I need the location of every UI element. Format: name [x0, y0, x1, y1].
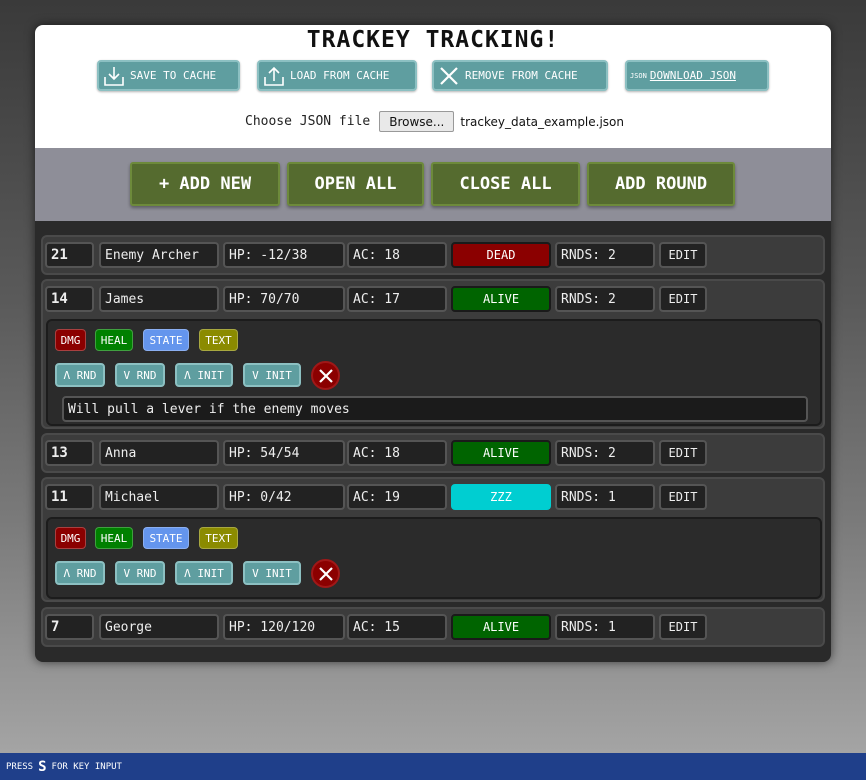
remove-from-cache-button[interactable]: REMOVE FROM CACHE — [432, 60, 608, 91]
ac-field[interactable]: AC: 17 — [347, 286, 447, 312]
browse-button[interactable]: Browse... — [379, 111, 455, 132]
key-hint: S — [38, 758, 47, 775]
hp-field[interactable]: HP: 70/70 — [223, 286, 345, 312]
download-arrow-icon — [102, 64, 126, 88]
footer-suffix: FOR KEY INPUT — [51, 761, 122, 772]
delete-button[interactable] — [311, 361, 340, 390]
hp-field[interactable]: HP: -12/38 — [223, 242, 345, 268]
name-field[interactable]: Enemy Archer — [99, 242, 219, 268]
status-badge[interactable]: DEAD — [451, 242, 551, 268]
combatant-row: 11 Michael HP: 0/42 AC: 19 ZZZ RNDS: 1 E… — [41, 477, 825, 602]
open-all-button[interactable]: OPEN ALL — [287, 162, 424, 206]
initiative-down-button[interactable]: V INIT — [243, 363, 301, 387]
footer-prefix: PRESS — [6, 761, 34, 772]
header-section: TRACKEY TRACKING! SAVE TO CACHE LOAD FRO… — [35, 25, 831, 148]
hp-field[interactable]: HP: 54/54 — [223, 440, 345, 466]
edit-button[interactable]: EDIT — [659, 484, 707, 510]
ac-field[interactable]: AC: 19 — [347, 484, 447, 510]
add-round-button[interactable]: ADD ROUND — [587, 162, 735, 206]
round-down-button[interactable]: V RND — [115, 561, 165, 585]
initiative-up-button[interactable]: Λ INIT — [175, 561, 233, 585]
close-x-icon — [437, 64, 461, 88]
load-from-cache-button[interactable]: LOAD FROM CACHE — [257, 60, 417, 91]
combatant-row: 14 James HP: 70/70 AC: 17 ALIVE RNDS: 2 … — [41, 279, 825, 429]
hp-field[interactable]: HP: 120/120 — [223, 614, 345, 640]
initiative-field[interactable]: 11 — [45, 484, 94, 510]
round-down-button[interactable]: V RND — [115, 363, 165, 387]
damage-button[interactable]: DMG — [55, 527, 86, 549]
state-button[interactable]: STATE — [143, 527, 189, 549]
edit-button[interactable]: EDIT — [659, 440, 707, 466]
combatant-detail-panel: DMG HEAL STATE TEXT Λ RND V RND Λ INIT V… — [46, 517, 822, 599]
save-to-cache-button[interactable]: SAVE TO CACHE — [97, 60, 240, 91]
combatant-row: 21 Enemy Archer HP: -12/38 AC: 18 DEAD R… — [41, 235, 825, 275]
initiative-up-button[interactable]: Λ INIT — [175, 363, 233, 387]
initiative-field[interactable]: 13 — [45, 440, 94, 466]
text-button[interactable]: TEXT — [199, 527, 238, 549]
status-badge[interactable]: ALIVE — [451, 614, 551, 640]
page-title: TRACKEY TRACKING! — [306, 27, 560, 53]
hp-field[interactable]: HP: 0/42 — [223, 484, 345, 510]
rounds-field: RNDS: 1 — [555, 614, 655, 640]
round-up-button[interactable]: Λ RND — [55, 363, 105, 387]
file-chooser: Choose JSON file Browse... trackey_data_… — [245, 111, 624, 132]
action-bar: + ADD NEW OPEN ALL CLOSE ALL ADD ROUND — [35, 148, 831, 221]
ac-field[interactable]: AC: 18 — [347, 242, 447, 268]
save-to-cache-label: SAVE TO CACHE — [130, 69, 217, 82]
json-file-icon: JSON — [630, 71, 647, 80]
status-badge[interactable]: ALIVE — [451, 440, 551, 466]
name-field[interactable]: George — [99, 614, 219, 640]
initiative-field[interactable]: 14 — [45, 286, 94, 312]
status-badge[interactable]: ALIVE — [451, 286, 551, 312]
ac-field[interactable]: AC: 15 — [347, 614, 447, 640]
edit-button[interactable]: EDIT — [659, 614, 707, 640]
name-field[interactable]: Anna — [99, 440, 219, 466]
delete-button[interactable] — [311, 559, 340, 588]
initiative-field[interactable]: 7 — [45, 614, 94, 640]
combatant-row: 13 Anna HP: 54/54 AC: 18 ALIVE RNDS: 2 E… — [41, 433, 825, 473]
heal-button[interactable]: HEAL — [95, 527, 133, 549]
close-all-button[interactable]: CLOSE ALL — [431, 162, 580, 206]
selected-filename: trackey_data_example.json — [460, 114, 624, 129]
ac-field[interactable]: AC: 18 — [347, 440, 447, 466]
download-json-label: DOWNLOAD JSON — [649, 69, 736, 82]
add-new-button[interactable]: + ADD NEW — [130, 162, 280, 206]
edit-button[interactable]: EDIT — [659, 286, 707, 312]
download-json-button[interactable]: JSON DOWNLOAD JSON — [625, 60, 769, 91]
combatant-detail-panel: DMG HEAL STATE TEXT Λ RND V RND Λ INIT V… — [46, 319, 822, 426]
edit-button[interactable]: EDIT — [659, 242, 707, 268]
round-up-button[interactable]: Λ RND — [55, 561, 105, 585]
close-icon — [318, 566, 333, 581]
remove-from-cache-label: REMOVE FROM CACHE — [465, 69, 578, 82]
note-field[interactable]: Will pull a lever if the enemy moves — [62, 396, 808, 422]
rounds-field: RNDS: 2 — [555, 440, 655, 466]
initiative-field[interactable]: 21 — [45, 242, 94, 268]
initiative-down-button[interactable]: V INIT — [243, 561, 301, 585]
state-button[interactable]: STATE — [143, 329, 189, 351]
upload-arrow-icon — [262, 64, 286, 88]
rounds-field: RNDS: 2 — [555, 242, 655, 268]
combatant-row: 7 George HP: 120/120 AC: 15 ALIVE RNDS: … — [41, 607, 825, 647]
rounds-field: RNDS: 2 — [555, 286, 655, 312]
file-chooser-label: Choose JSON file — [245, 114, 371, 129]
damage-button[interactable]: DMG — [55, 329, 86, 351]
text-button[interactable]: TEXT — [199, 329, 238, 351]
close-icon — [318, 368, 333, 383]
status-badge[interactable]: ZZZ — [451, 484, 551, 510]
heal-button[interactable]: HEAL — [95, 329, 133, 351]
key-input-hint-bar: PRESS S FOR KEY INPUT — [0, 753, 866, 780]
name-field[interactable]: James — [99, 286, 219, 312]
load-from-cache-label: LOAD FROM CACHE — [290, 69, 390, 82]
rounds-field: RNDS: 1 — [555, 484, 655, 510]
name-field[interactable]: Michael — [99, 484, 219, 510]
